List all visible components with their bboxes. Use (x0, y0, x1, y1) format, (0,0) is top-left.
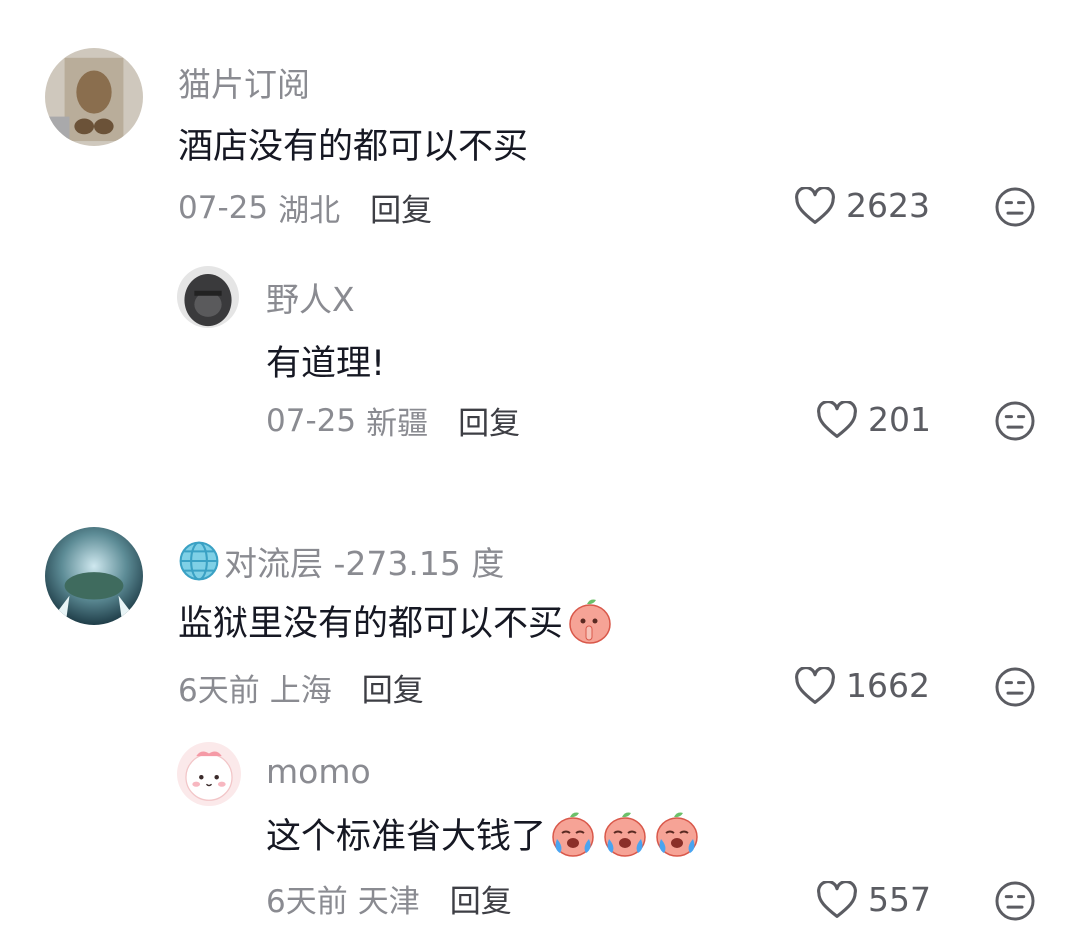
peach-cry-emoji (548, 809, 598, 859)
username[interactable]: 野人X (266, 273, 355, 321)
avatar[interactable] (177, 742, 241, 806)
dislike-button[interactable] (994, 880, 1036, 922)
comment-item: 对流层 -273.15 度 监狱里没有的都可以不买 6天前 上海 回复 1662 (0, 515, 1080, 715)
comment-date: 07-25 (178, 189, 269, 226)
comment-date: 6天前 (178, 673, 260, 709)
username[interactable]: 对流层 -273.15 度 (178, 537, 504, 585)
like-count: 201 (868, 400, 931, 439)
heart-outline-icon (795, 186, 835, 224)
peach-shush-emoji (565, 596, 615, 646)
reply-item: 野人X 有道理! 07-25 新疆 回复 201 (0, 240, 1080, 460)
meh-face-icon (995, 667, 1035, 707)
meh-face-icon (995, 187, 1035, 227)
comment-region: 湖北 (278, 193, 341, 229)
dislike-button[interactable] (994, 186, 1036, 228)
comment-text: 这个标准省大钱了 (266, 808, 702, 859)
comment-text: 酒店没有的都可以不买 (178, 127, 529, 167)
heart-outline-icon (817, 400, 857, 438)
comment-item: 猫片订阅 酒店没有的都可以不买 07-25 湖北 回复 2623 (0, 0, 1080, 240)
comment-region: 上海 (269, 673, 332, 709)
username-text: 对流层 -273.15 度 (224, 544, 505, 583)
comment-meta: 6天前 上海 回复 (178, 665, 424, 710)
comment-date: 07-25 (266, 402, 357, 439)
comment-region: 天津 (357, 884, 420, 920)
meh-face-icon (995, 881, 1035, 921)
comment-text-content: 监狱里没有的都可以不买 (178, 604, 564, 644)
avatar[interactable] (45, 48, 143, 146)
dislike-button[interactable] (994, 400, 1036, 442)
avatar[interactable] (177, 266, 239, 328)
comment-date: 6天前 (266, 884, 348, 920)
reply-button[interactable]: 回复 (450, 876, 512, 921)
comment-meta: 07-25 湖北 回复 (178, 185, 432, 230)
like-button[interactable]: 557 (816, 880, 931, 919)
reply-button[interactable]: 回复 (370, 185, 432, 230)
like-count: 2623 (846, 186, 930, 225)
avatar[interactable] (45, 527, 143, 625)
comment-meta: 07-25 新疆 回复 (266, 398, 520, 443)
reply-button[interactable]: 回复 (362, 665, 424, 710)
heart-outline-icon (817, 880, 857, 918)
like-button[interactable]: 1662 (794, 666, 930, 705)
meh-face-icon (995, 401, 1035, 441)
reply-item: momo 这个标准省大钱了 6天前 天津 回复 557 (0, 730, 1080, 936)
username[interactable]: 猫片订阅 (178, 58, 310, 106)
globe-emoji-icon (178, 540, 220, 582)
like-button[interactable]: 201 (816, 400, 931, 439)
comment-text: 监狱里没有的都可以不买 (178, 595, 615, 646)
username[interactable]: momo (266, 752, 371, 791)
like-button[interactable]: 2623 (794, 186, 930, 225)
comment-region: 新疆 (366, 406, 429, 442)
comment-text-content: 这个标准省大钱了 (266, 817, 547, 857)
like-count: 557 (868, 880, 931, 919)
peach-cry-emoji (600, 809, 650, 859)
dislike-button[interactable] (994, 666, 1036, 708)
like-count: 1662 (846, 666, 930, 705)
peach-cry-emoji (652, 809, 702, 859)
reply-button[interactable]: 回复 (458, 398, 520, 443)
comment-meta: 6天前 天津 回复 (266, 876, 512, 921)
heart-outline-icon (795, 666, 835, 704)
comment-text: 有道理! (266, 344, 386, 384)
